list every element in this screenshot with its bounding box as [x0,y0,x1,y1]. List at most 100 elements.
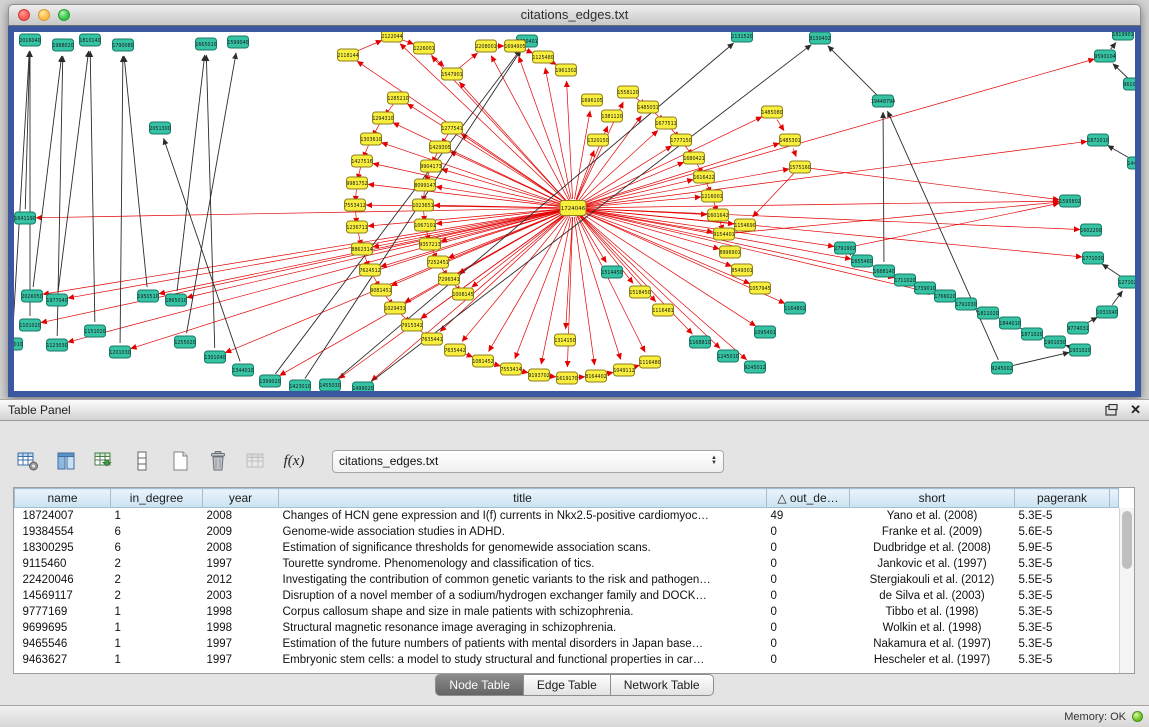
tab-network-table[interactable]: Network Table [610,674,714,696]
graph-node[interactable]: 2051300 [149,122,170,134]
column-header-short[interactable]: short [850,489,1015,508]
graph-node[interactable]: 1724046 [560,201,586,216]
graph-node[interactable]: 1602200 [1080,224,1101,236]
graph-node[interactable]: 1116480 [639,356,660,368]
graph-node[interactable]: 1226001 [413,42,434,54]
graph-node[interactable]: 1790080 [112,39,133,51]
table-row[interactable]: 1938455462009Genome-wide association stu… [15,524,1119,540]
graph-node[interactable]: 1303610 [360,133,381,145]
table-row[interactable]: 977716911998Corpus callosum shape and si… [15,604,1119,620]
table-row[interactable]: 1872400712008Changes of HCN gene express… [15,508,1119,524]
delete-table-icon[interactable] [204,447,232,475]
column-header-title[interactable]: title [279,489,767,508]
graph-node[interactable]: 1901030 [1044,336,1065,348]
graph-node[interactable]: 1641190 [14,212,35,224]
graph-node[interactable]: 19448794 [871,95,895,107]
graph-node[interactable]: 2016040 [19,34,40,46]
graph-node[interactable]: 1865010 [165,294,186,306]
table-row[interactable]: 911546021997Tourette syndrome. Phenomeno… [15,556,1119,572]
graph-node[interactable]: 1023651 [412,199,433,211]
graph-node[interactable]: 1236711 [346,221,367,233]
graph-node[interactable]: 1029431 [384,302,405,314]
new-table-icon[interactable] [166,447,194,475]
graph-node[interactable]: 1031040 [1096,306,1117,318]
graph-node[interactable]: 9245012 [744,361,765,373]
table-selector[interactable]: citations_edges.txt ▲▼ [332,450,724,473]
graph-node[interactable]: 1771030 [1082,252,1103,264]
graph-node[interactable]: 2118144 [337,49,358,61]
graph-node[interactable]: 8549301 [731,264,752,276]
window-titlebar[interactable]: citations_edges.txt [8,4,1141,26]
graph-node[interactable]: 1499020 [352,382,373,391]
graph-node[interactable]: 1485301 [779,134,800,146]
graph-node[interactable]: 7553412 [344,199,365,211]
graph-node[interactable]: 1547901 [441,68,462,80]
graph-node[interactable]: 2208001 [475,40,496,52]
graph-node[interactable]: 8130402 [809,32,830,44]
tab-node-table[interactable]: Node Table [435,674,524,696]
graph-node[interactable]: 1123030 [46,339,67,351]
tab-edge-table[interactable]: Edge Table [523,674,611,696]
graph-node[interactable]: 1961302 [555,64,576,76]
graph-node[interactable]: 1766020 [934,290,955,302]
minimize-window-button[interactable] [38,9,50,21]
graph-node[interactable]: 1575160 [789,161,810,173]
column-options-icon[interactable] [52,447,80,475]
graph-node[interactable]: 7553414 [500,363,521,375]
graph-node[interactable]: 1514450 [601,266,622,278]
graph-node[interactable]: 1616422 [693,171,714,183]
graph-node[interactable]: 1049112 [613,364,634,376]
graph-node[interactable]: 9904173 [420,160,441,172]
graph-node[interactable]: 1101020 [19,319,40,331]
graph-node[interactable]: 1427516 [351,155,372,167]
graph-node[interactable]: 7635441 [421,333,442,345]
graph-node[interactable]: 1314150 [554,334,575,346]
column-header-name[interactable]: name [15,489,111,508]
table-vertical-scrollbar[interactable] [1119,508,1134,673]
column-header-in_degree[interactable]: in_degree [111,489,203,508]
graph-node[interactable]: 1455030 [319,379,340,391]
graph-node[interactable]: 9590104 [1094,50,1115,62]
import-table-icon[interactable] [90,447,118,475]
graph-node[interactable]: 1739010 [914,282,935,294]
graph-node[interactable]: 1665010 [195,38,216,50]
graph-node[interactable]: 1777150 [670,134,691,146]
graph-node[interactable]: 1201030 [109,346,130,358]
graph-node[interactable]: 1988020 [52,39,73,51]
graph-node[interactable]: 2122044 [381,32,402,42]
graph-node[interactable]: 1116481 [652,304,673,316]
graph-node[interactable]: 1154690 [734,219,755,231]
graph-node[interactable]: 1694905 [504,40,525,52]
graph-node[interactable]: 1696105 [581,94,602,106]
scrollbar-thumb[interactable] [1122,511,1132,569]
graph-node[interactable]: 1164802 [784,302,805,314]
graph-node[interactable]: 9774031 [1067,322,1088,334]
graph-node[interactable]: 1655460 [851,255,872,267]
graph-node[interactable]: 1095401 [754,326,775,338]
close-panel-icon[interactable]: ✕ [1130,404,1141,416]
graph-node[interactable]: 9154401 [713,228,734,240]
graph-node[interactable]: 1950510 [137,290,158,302]
graph-node[interactable]: 1216001 [701,190,722,202]
graph-node[interactable]: 8164402 [585,370,606,382]
graph-node[interactable]: 1294310 [372,112,393,124]
graph-node[interactable]: 1285210 [387,92,408,104]
graph-node[interactable]: 9081451 [370,284,391,296]
graph-node[interactable]: 1301040 [204,351,225,363]
graph-node[interactable]: 1271020 [1118,276,1135,288]
zoom-window-button[interactable] [58,9,70,21]
row-options-icon[interactable] [128,447,156,475]
graph-node[interactable]: 7296341 [438,273,459,285]
table-row[interactable]: 2242004622012Investigating the contribut… [15,572,1119,588]
network-canvas[interactable]: 1724046201604019880201810140179008016650… [14,32,1135,391]
graph-node[interactable]: 1168810 [689,336,710,348]
graph-node[interactable]: 1277541 [441,122,462,134]
graph-node[interactable]: 1320150 [587,134,608,146]
graph-node[interactable]: 7635442 [444,344,465,356]
graph-node[interactable]: 1429305 [429,141,450,153]
graph-node[interactable]: 1680421 [683,152,704,164]
float-panel-icon[interactable] [1105,404,1118,416]
graph-node[interactable]: 1688140 [873,265,894,277]
graph-node[interactable]: 7624512 [359,264,380,276]
graph-node[interactable]: 1518450 [629,286,650,298]
